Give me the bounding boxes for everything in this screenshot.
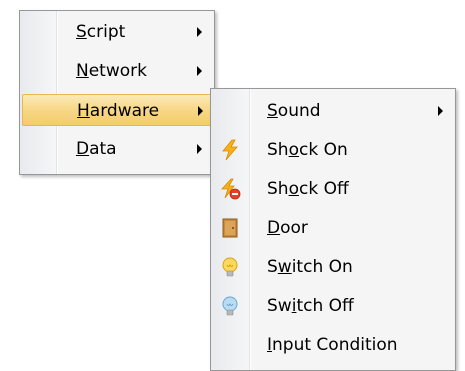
submenu-arrow-icon (198, 106, 203, 116)
menu-item-label: Shock Off (267, 179, 349, 199)
menu-item-label: Data (76, 139, 117, 159)
hardware-submenu: Sound Shock On Shock Off Door Switch On (210, 88, 456, 371)
bulb-off-icon (222, 296, 238, 316)
menu-item-label: Script (76, 22, 126, 42)
menu-item-input-condition[interactable]: Input Condition (213, 329, 453, 361)
door-icon (222, 218, 238, 238)
submenu-arrow-icon (197, 27, 202, 37)
menu-item-hardware[interactable]: Hardware (22, 94, 212, 126)
context-menu: Script Network Hardware Data (19, 10, 215, 175)
menu-item-label: Door (267, 218, 308, 238)
lightning-icon (222, 139, 238, 161)
menu-item-network[interactable]: Network (22, 55, 212, 87)
menu-item-shock-on[interactable]: Shock On (213, 134, 453, 166)
menu-item-sound[interactable]: Sound (213, 95, 453, 127)
menu-item-switch-on[interactable]: Switch On (213, 251, 453, 283)
menu-item-script[interactable]: Script (22, 16, 212, 48)
menu-item-label: Shock On (267, 140, 348, 160)
submenu-arrow-icon (197, 66, 202, 76)
lightning-off-icon (221, 178, 241, 200)
menu-item-door[interactable]: Door (213, 212, 453, 244)
menu-item-label: Hardware (77, 101, 160, 121)
menu-item-label: Input Condition (267, 335, 398, 355)
menu-item-label: Sound (267, 101, 321, 121)
menu-item-label: Switch Off (267, 296, 354, 316)
menu-item-data[interactable]: Data (22, 133, 212, 165)
menu-item-shock-off[interactable]: Shock Off (213, 173, 453, 205)
menu-item-label: Switch On (267, 257, 353, 277)
menu-item-switch-off[interactable]: Switch Off (213, 290, 453, 322)
submenu-arrow-icon (197, 144, 202, 154)
submenu-arrow-icon (438, 106, 443, 116)
bulb-on-icon (222, 257, 238, 277)
menu-item-label: Network (76, 61, 147, 81)
